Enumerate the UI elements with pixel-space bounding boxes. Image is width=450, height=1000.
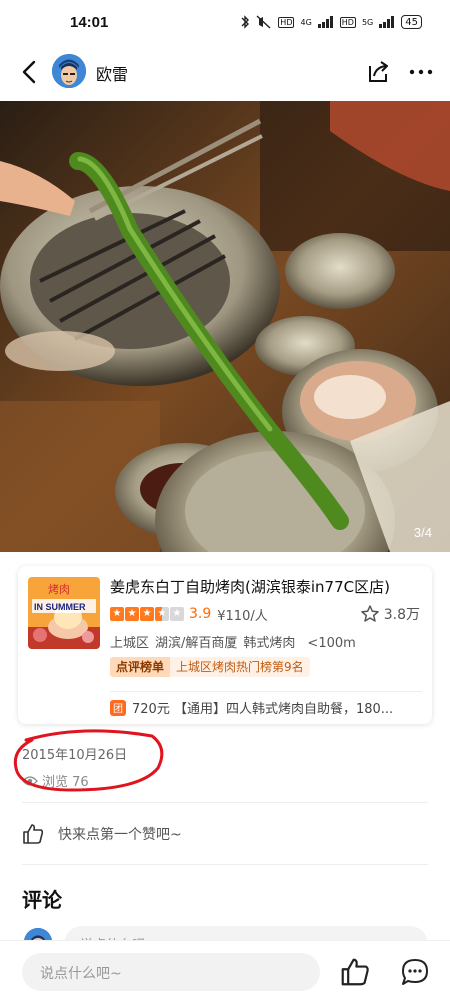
shop-price: ¥110/人 (217, 608, 268, 624)
comment-bubble-icon[interactable] (400, 957, 430, 987)
bottom-bar: 说点什么吧~ (0, 940, 450, 1000)
star-outline-icon (360, 605, 379, 622)
thumb-text-bottom: IN SUMMER (34, 602, 86, 612)
comments-title: 评论 (22, 888, 62, 912)
status-time: 14:01 (70, 13, 109, 31)
network-5g-label: 5G (361, 17, 374, 27)
shop-category: 韩式烤肉 (243, 636, 296, 651)
author-name[interactable]: 欧雷 (96, 61, 128, 85)
ranking-badge[interactable]: 点评榜单 上城区烤肉热门榜第9名 (110, 657, 310, 677)
bluetooth-icon (241, 15, 250, 29)
top-nav: 欧雷 (0, 44, 450, 100)
bbq-table-image (0, 101, 450, 552)
shop-name[interactable]: 姜虎东白丁自助烤肉(湖滨银泰in77C区店) (110, 576, 426, 597)
post-photo[interactable]: 3/4 (0, 101, 450, 552)
comment-input[interactable]: 说点什么吧~ (22, 953, 320, 991)
status-bar: 14:01 HD 4G HD 5G 45 (0, 0, 450, 44)
post-detail-page: 14:01 HD 4G HD 5G 45 欧雷 3/4 烤肉 IN SUMMER… (0, 0, 450, 1000)
shop-score: 3.9 (189, 606, 212, 622)
deal-row[interactable]: 团 720元 【通用】四人韩式烤肉自助餐，180... (110, 698, 422, 717)
share-icon[interactable] (364, 58, 392, 86)
like-row[interactable]: 快来点第一个赞吧~ (22, 823, 182, 845)
star-half-icon: ★ (155, 607, 169, 621)
mute-icon (256, 15, 271, 29)
rating-row: ★ ★ ★ ★ ★ 3.9 ¥110/人 (110, 604, 268, 624)
divider (22, 864, 428, 865)
eye-icon (22, 775, 38, 786)
shop-meta: 上城区 湖滨/解百商厦 韩式烤肉 <100m (110, 632, 362, 651)
post-date: 2015年10月26日 (22, 748, 128, 763)
badge-sub: 上城区烤肉热门榜第9名 (170, 657, 310, 677)
favorite-count: 3.8万 (383, 607, 420, 623)
star-empty-icon: ★ (170, 607, 184, 621)
view-count: 浏览 76 (22, 771, 89, 790)
thumbs-up-icon[interactable] (340, 957, 370, 987)
thumb-text-top: 烤肉 (48, 582, 70, 596)
shop-card[interactable]: 烤肉 IN SUMMER 姜虎东白丁自助烤肉(湖滨银泰in77C区店) ★ ★ … (18, 566, 432, 724)
hd-label-2: HD (339, 16, 356, 28)
signal-icon (317, 16, 333, 28)
like-prompt: 快来点第一个赞吧~ (58, 827, 182, 843)
back-arrow-icon[interactable] (16, 58, 44, 86)
photo-counter: 3/4 (413, 525, 432, 540)
shop-distance: <100m (307, 636, 356, 651)
network-4g-label: 4G (300, 17, 312, 27)
star-icon: ★ (110, 607, 124, 621)
signal-icon-2 (379, 16, 395, 28)
status-icons: HD 4G HD 5G 45 (240, 15, 422, 29)
badge-main: 点评榜单 (110, 657, 171, 677)
group-deal-icon: 团 (110, 699, 126, 716)
star-rating: ★ ★ ★ ★ ★ (110, 607, 184, 621)
battery-indicator: 45 (401, 15, 422, 29)
divider (22, 802, 428, 803)
author-avatar[interactable] (52, 54, 86, 88)
view-count-text: 浏览 76 (42, 775, 89, 790)
divider (110, 691, 422, 692)
favorite-button[interactable]: 3.8万 (360, 604, 420, 624)
thumbs-up-icon[interactable] (22, 823, 44, 845)
hd-label: HD (278, 16, 295, 28)
shop-district: 上城区 (110, 636, 150, 651)
shop-thumbnail[interactable]: 烤肉 IN SUMMER (28, 577, 100, 649)
star-icon: ★ (125, 607, 139, 621)
deal-text: 720元 【通用】四人韩式烤肉自助餐，180... (132, 702, 394, 717)
star-icon: ★ (140, 607, 154, 621)
more-icon[interactable] (406, 58, 436, 86)
shop-area: 湖滨/解百商厦 (155, 636, 238, 651)
